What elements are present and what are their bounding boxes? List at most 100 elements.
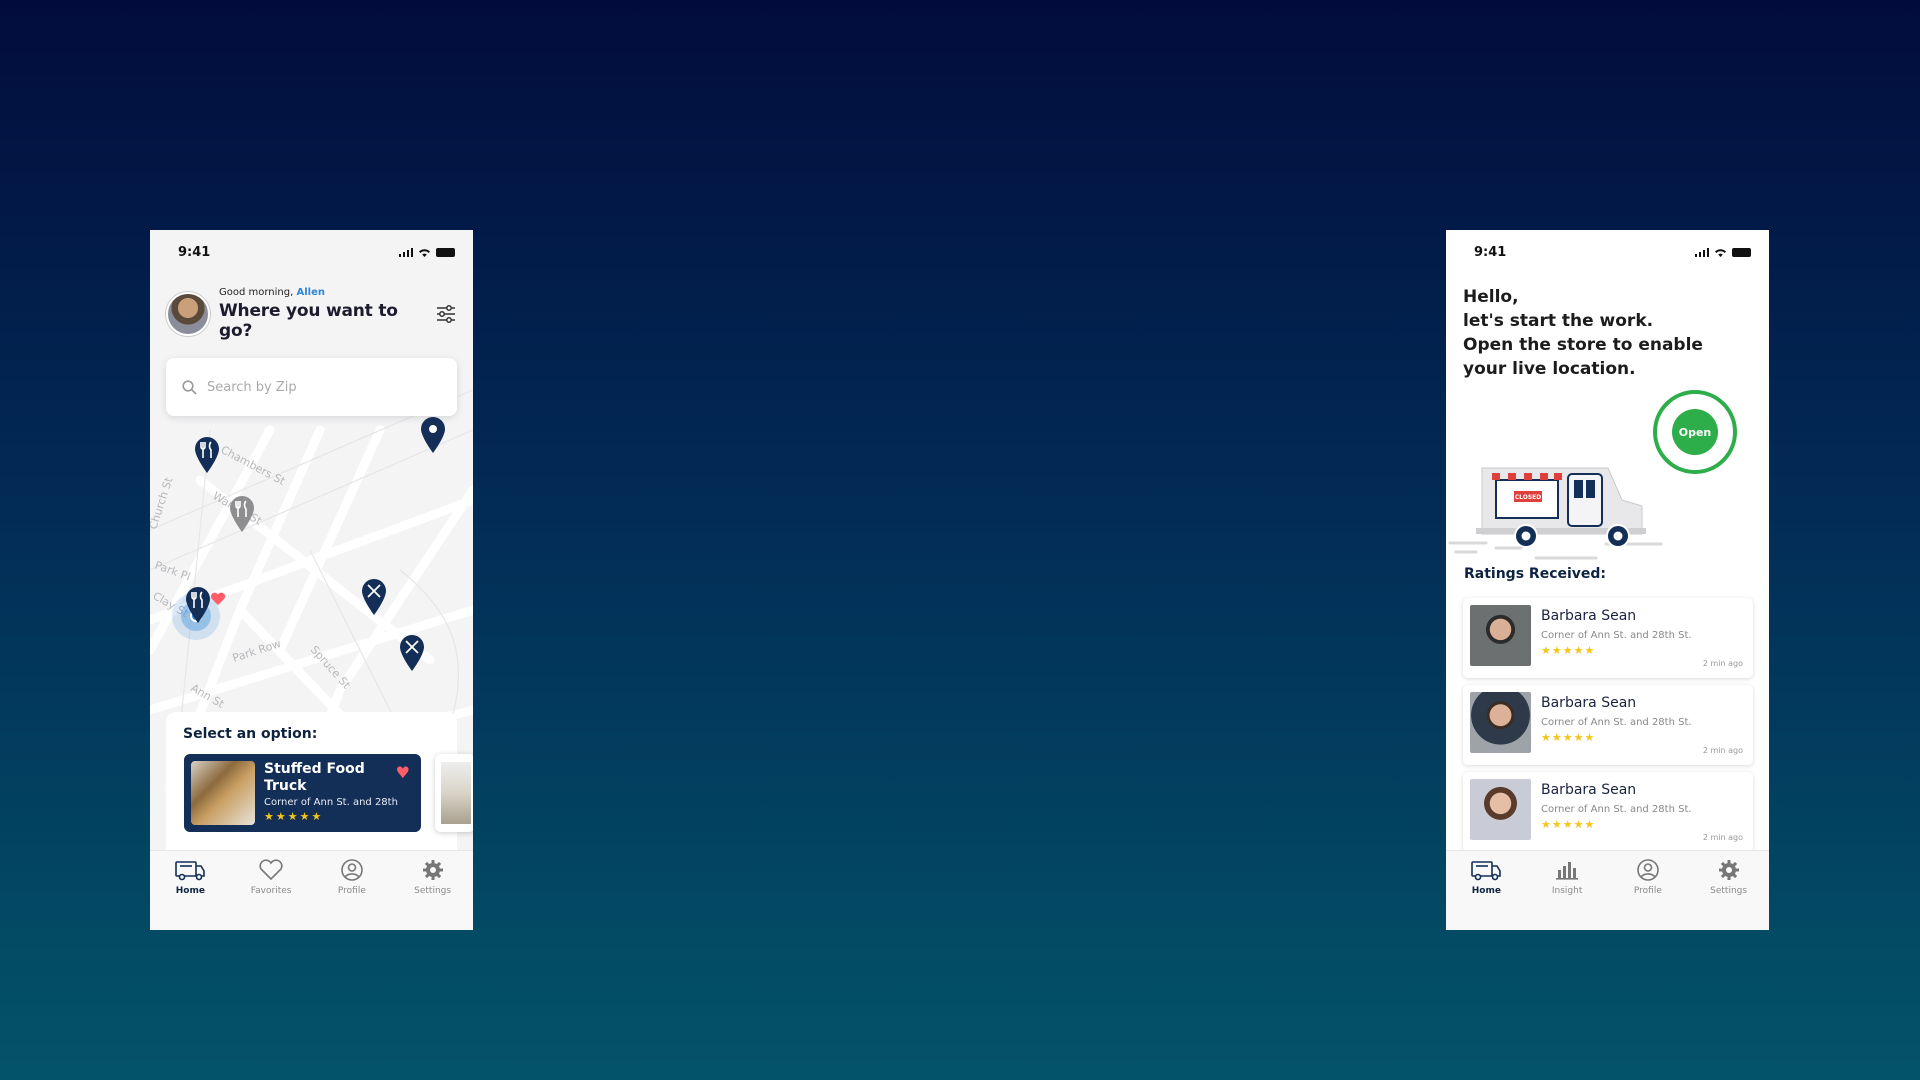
nav-settings[interactable]: Settings	[403, 857, 463, 930]
option-title: Select an option:	[183, 726, 318, 742]
nav-favorites[interactable]: Favorites	[241, 857, 301, 930]
next-truck-card[interactable]	[435, 754, 473, 832]
star-icon: ★	[1562, 818, 1573, 831]
food-truck-pin[interactable]	[420, 416, 446, 454]
review-stars: ★ ★ ★ ★ ★	[1541, 645, 1746, 656]
gear-icon	[1718, 860, 1739, 880]
star-icon: ★	[311, 810, 322, 823]
ratings-list: Barbara Sean Corner of Ann St. and 28th …	[1463, 598, 1753, 859]
review-address: Corner of Ann St. and 28th St.	[1541, 804, 1692, 815]
search-icon	[182, 379, 197, 395]
star-icon: ★	[1573, 818, 1584, 831]
nav-label: Profile	[1633, 886, 1662, 896]
nav-label: Settings	[1710, 886, 1748, 896]
star-icon: ★	[275, 810, 286, 823]
avatar[interactable]	[166, 292, 210, 336]
nav-home[interactable]: Home	[1456, 857, 1516, 930]
nav-profile[interactable]: Profile	[1618, 857, 1678, 930]
vendor-home-screen: 9:41 Hello, let's start the work. Open t…	[1446, 230, 1769, 930]
food-truck-illustration: CLOSED	[1448, 467, 1663, 560]
welcome-message: Hello, let's start the work. Open the st…	[1463, 285, 1743, 381]
welcome-line: let's start the work.	[1463, 311, 1654, 331]
rating-card[interactable]: Barbara Sean Corner of Ann St. and 28th …	[1463, 598, 1753, 678]
nav-profile[interactable]: Profile	[322, 857, 382, 930]
review-time: 2 min ago	[1702, 833, 1743, 842]
filter-icon[interactable]	[435, 303, 457, 325]
review-address: Corner of Ann St. and 28th St.	[1541, 717, 1692, 728]
welcome-line: your live location.	[1463, 359, 1636, 379]
nav-label: Profile	[337, 886, 366, 896]
reviewer-photo	[1470, 605, 1531, 666]
review-time: 2 min ago	[1702, 659, 1743, 668]
star-icon: ★	[1562, 731, 1573, 744]
wifi-icon	[419, 248, 430, 257]
bottom-nav: Home Insight Profile Settings	[1446, 850, 1769, 930]
bar-chart-icon	[1556, 862, 1579, 880]
reviewer-name: Barbara Sean	[1541, 782, 1637, 798]
truck-address: Corner of Ann St. and 28th	[264, 797, 398, 808]
greeting-header: Good morning, Allen Where you want to go…	[166, 287, 457, 341]
battery-icon	[436, 247, 455, 257]
search-input[interactable]	[207, 379, 427, 395]
star-icon: ★	[1584, 644, 1595, 657]
nav-label: Settings	[414, 886, 452, 896]
star-icon: ★	[1573, 644, 1584, 657]
open-store-toggle[interactable]: Open	[1653, 390, 1737, 474]
customer-map-screen: Chambers St Warren St Church St Park Pl …	[150, 230, 473, 930]
star-icon: ★	[264, 810, 274, 823]
star-icon: ★	[1551, 644, 1562, 657]
favorite-heart-icon[interactable]: ♥	[396, 763, 410, 782]
welcome-line: Open the store to enable	[1463, 335, 1703, 355]
wifi-icon	[1715, 248, 1726, 257]
star-icon: ★	[1541, 644, 1551, 657]
star-icon: ★	[1541, 818, 1551, 831]
reviewer-photo	[1470, 692, 1531, 753]
star-icon: ★	[1551, 818, 1562, 831]
food-truck-card[interactable]: Stuffed Food Truck Corner of Ann St. and…	[184, 754, 421, 832]
profile-icon	[341, 859, 363, 881]
nav-label: Insight	[1551, 886, 1583, 896]
nav-label: Home	[175, 886, 205, 896]
welcome-line: Hello,	[1463, 287, 1519, 307]
star-icon: ★	[1584, 731, 1595, 744]
rating-card[interactable]: Barbara Sean Corner of Ann St. and 28th …	[1463, 772, 1753, 852]
status-bar: 9:41	[1446, 230, 1769, 274]
truck-icon	[1471, 861, 1502, 881]
favorite-restaurant-pin[interactable]	[185, 586, 211, 624]
heart-icon	[259, 859, 283, 881]
review-address: Corner of Ann St. and 28th St.	[1541, 630, 1692, 641]
nav-insight[interactable]: Insight	[1537, 857, 1597, 930]
nav-settings[interactable]: Settings	[1699, 857, 1759, 930]
closed-sign: CLOSED	[1515, 494, 1542, 501]
search-bar[interactable]	[166, 358, 457, 416]
utensils-pin[interactable]	[399, 634, 425, 672]
signal-icon	[1695, 247, 1709, 257]
gear-icon	[422, 860, 443, 880]
nav-label: Home	[1471, 886, 1501, 896]
ratings-title: Ratings Received:	[1464, 566, 1607, 582]
star-icon: ★	[287, 810, 298, 823]
status-time: 9:41	[1474, 244, 1507, 260]
open-button[interactable]: Open	[1672, 409, 1718, 455]
reviewer-photo	[1470, 779, 1531, 840]
heart-icon	[210, 592, 226, 605]
restaurant-pin[interactable]	[194, 436, 220, 474]
star-icon: ★	[299, 810, 310, 823]
rating-card[interactable]: Barbara Sean Corner of Ann St. and 28th …	[1463, 685, 1753, 765]
star-icon: ★	[1584, 818, 1595, 831]
greeting-prefix: Good morning,	[219, 287, 294, 298]
review-time: 2 min ago	[1702, 746, 1743, 755]
truck-icon	[175, 861, 206, 881]
user-name: Allen	[296, 287, 325, 298]
truck-name: Stuffed Food Truck	[264, 761, 365, 794]
star-icon: ★	[1562, 644, 1573, 657]
star-icon: ★	[1551, 731, 1562, 744]
signal-icon	[399, 247, 413, 257]
status-time: 9:41	[178, 244, 211, 260]
utensils-pin[interactable]	[361, 578, 387, 616]
profile-icon	[1637, 859, 1659, 881]
food-photo	[441, 762, 471, 824]
restaurant-pin-inactive[interactable]	[229, 495, 255, 533]
nav-home[interactable]: Home	[160, 857, 220, 930]
battery-icon	[1732, 247, 1751, 257]
